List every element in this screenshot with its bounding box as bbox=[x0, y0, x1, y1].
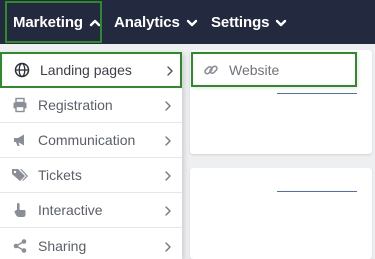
marketing-dropdown-menu: Landing pages Registration Communication bbox=[0, 52, 182, 259]
background-divider bbox=[277, 93, 357, 94]
nav-marketing[interactable]: Marketing bbox=[5, 1, 102, 43]
menu-item-tickets[interactable]: Tickets bbox=[0, 158, 182, 193]
menu-item-label: Landing pages bbox=[40, 62, 132, 78]
tags-icon bbox=[11, 166, 29, 184]
nav-analytics[interactable]: Analytics bbox=[114, 0, 198, 44]
menu-item-label: Interactive bbox=[38, 202, 103, 218]
globe-icon bbox=[13, 61, 31, 79]
chevron-up-icon bbox=[89, 16, 101, 28]
nav-settings-label: Settings bbox=[211, 13, 270, 31]
chevron-right-icon bbox=[163, 169, 173, 181]
chevron-right-icon bbox=[163, 240, 173, 252]
menu-item-label: Communication bbox=[38, 132, 136, 148]
share-icon bbox=[11, 237, 29, 255]
chevron-right-icon bbox=[163, 204, 173, 216]
nav-marketing-label: Marketing bbox=[13, 13, 83, 31]
nav-settings[interactable]: Settings bbox=[211, 0, 287, 44]
menu-item-communication[interactable]: Communication bbox=[0, 123, 182, 158]
background-divider bbox=[277, 191, 357, 192]
submenu-item-label: Website bbox=[229, 61, 280, 78]
pointer-hand-icon bbox=[11, 201, 29, 219]
menu-item-label: Tickets bbox=[38, 167, 82, 183]
top-nav-bar: Marketing Analytics Settings bbox=[0, 0, 375, 44]
link-icon bbox=[203, 62, 219, 78]
chevron-down-icon bbox=[186, 16, 198, 28]
menu-item-label: Registration bbox=[38, 97, 113, 113]
chevron-right-icon bbox=[163, 134, 173, 146]
menu-item-sharing[interactable]: Sharing bbox=[0, 228, 182, 259]
menu-item-label: Sharing bbox=[38, 237, 87, 254]
printer-icon bbox=[11, 96, 29, 114]
menu-item-interactive[interactable]: Interactive bbox=[0, 193, 182, 228]
nav-analytics-label: Analytics bbox=[114, 13, 180, 31]
background-card bbox=[190, 168, 372, 259]
chevron-right-icon bbox=[163, 99, 173, 111]
chevron-right-icon bbox=[165, 64, 175, 76]
menu-item-landing-pages[interactable]: Landing pages bbox=[0, 52, 182, 88]
submenu-item-website[interactable]: Website bbox=[191, 52, 357, 87]
menu-item-registration[interactable]: Registration bbox=[0, 88, 182, 123]
megaphone-icon bbox=[11, 131, 29, 149]
chevron-down-icon bbox=[275, 16, 287, 28]
